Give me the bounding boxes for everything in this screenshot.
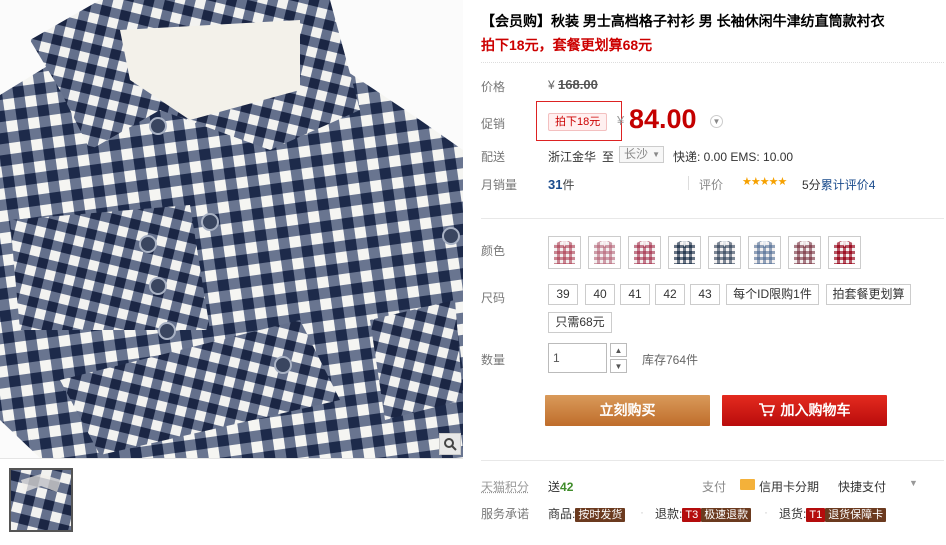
size-option[interactable]: 40 [585, 284, 615, 305]
cart-icon [758, 403, 775, 417]
city-select-value: 长沙 [624, 147, 649, 161]
size-option[interactable]: 拍套餐更划算 [826, 284, 911, 305]
service-return-label: 退货: [779, 507, 807, 521]
shipping-cost: 快递: 0.00 EMS: 10.00 [673, 150, 794, 164]
color-swatch-red-check[interactable] [828, 236, 861, 269]
rating-summary: 5分累计评价4 [802, 176, 875, 193]
add-to-cart-button[interactable]: 加入购物车 [722, 395, 887, 426]
dot-separator: · [640, 505, 644, 519]
increment-icon[interactable]: ▲ [610, 343, 627, 357]
color-swatch-pink-plaid[interactable] [548, 236, 581, 269]
size-option[interactable]: 42 [655, 284, 685, 305]
points-value: 42 [560, 480, 574, 494]
chevron-down-icon[interactable]: ▼ [909, 478, 918, 488]
color-swatch-rose-check[interactable] [628, 236, 661, 269]
quick-pay-link[interactable]: 快捷支付 [838, 478, 886, 495]
promo-price: 84.00 [629, 104, 697, 134]
decrement-icon[interactable]: ▼ [610, 359, 627, 373]
service-promise-label: 服务承诺 [481, 507, 530, 521]
product-main-image[interactable] [0, 0, 463, 458]
chevron-down-icon: ▼ [652, 150, 660, 159]
size-option[interactable]: 43 [690, 284, 720, 305]
currency-symbol: ¥ [617, 113, 625, 128]
size-label: 尺码 [481, 291, 506, 305]
credit-card-icon [740, 479, 755, 490]
buy-now-button[interactable]: 立刻购买 [545, 395, 710, 426]
rating-score: 5分 [802, 178, 821, 192]
quantity-input[interactable]: 1 [548, 343, 607, 373]
service-return-code: T1 [806, 508, 826, 522]
rating-label: 评价 [699, 178, 724, 192]
color-label: 颜色 [481, 244, 506, 258]
monthly-sales-count: 31 [548, 177, 563, 192]
original-price: ¥ 168.00 [548, 77, 598, 92]
color-swatch-mauve-check[interactable] [788, 236, 821, 269]
thumbnail-strip [0, 458, 463, 545]
service-refund-badge: 极速退款 [701, 508, 752, 522]
service-refund-label: 退款: [655, 507, 683, 521]
product-title: 【会员购】秋装 男士高档格子衬衫 男 长袖休闲牛津纺直筒款衬衣 [481, 13, 885, 29]
service-goods[interactable]: 商品: 按时发货 [548, 505, 626, 522]
service-refund[interactable]: 退款: T3 极速退款 [655, 505, 752, 522]
star-rating-icon: ★★★★★ [742, 176, 787, 188]
dot-separator: · [764, 505, 768, 519]
color-swatch-blue-check[interactable] [748, 236, 781, 269]
quantity-label: 数量 [481, 353, 506, 367]
size-option[interactable]: 39 [548, 284, 578, 305]
promo-label: 促销 [481, 117, 506, 131]
service-goods-label: 商品: [548, 507, 576, 521]
service-return[interactable]: 退货: T1 退货保障卡 [779, 505, 887, 522]
service-refund-code: T3 [682, 508, 702, 522]
city-select[interactable]: 长沙 ▼ [619, 146, 664, 163]
monthly-sales-label: 月销量 [481, 178, 518, 192]
points-reward: 送42 [548, 478, 573, 495]
size-option[interactable]: 41 [620, 284, 650, 305]
credit-installment-link[interactable]: 信用卡分期 [759, 478, 819, 495]
service-goods-badge: 按时发货 [575, 508, 626, 522]
monthly-sales: 31件 [548, 176, 574, 193]
original-price-value: 168.00 [558, 77, 598, 92]
points-prefix: 送 [548, 480, 561, 494]
add-to-cart-label: 加入购物车 [780, 402, 851, 418]
currency-symbol: ¥ [548, 78, 555, 92]
divider [481, 218, 944, 219]
chevron-down-icon[interactable]: ▼ [710, 115, 723, 128]
payment-label: 支付 [702, 480, 727, 494]
color-swatch-black-check[interactable] [668, 236, 701, 269]
tmall-points-label[interactable]: 天猫积分 [481, 478, 529, 495]
size-option[interactable]: 只需68元 [548, 312, 612, 333]
ship-to-label: 至 [602, 150, 615, 164]
price-label: 价格 [481, 80, 506, 94]
divider [481, 62, 944, 63]
promo-tag: 拍下18元 [548, 113, 608, 131]
reviews-link[interactable]: 累计评价4 [821, 178, 876, 192]
stock-count: 库存764件 [642, 353, 699, 367]
color-swatch-light-pink-plaid[interactable] [588, 236, 621, 269]
shipping-label: 配送 [481, 150, 506, 164]
divider [481, 460, 944, 461]
size-option[interactable]: 每个ID限购1件 [726, 284, 819, 305]
monthly-sales-unit: 件 [562, 178, 575, 192]
service-return-badge: 退货保障卡 [825, 508, 887, 522]
thumbnail-image[interactable] [9, 468, 73, 532]
color-swatch-grey-blue-check[interactable] [708, 236, 741, 269]
ship-from-location: 浙江金华 [548, 150, 597, 164]
zoom-icon[interactable] [439, 433, 461, 455]
product-subtitle: 拍下18元，套餐更划算68元 [481, 37, 653, 53]
divider [688, 176, 689, 190]
